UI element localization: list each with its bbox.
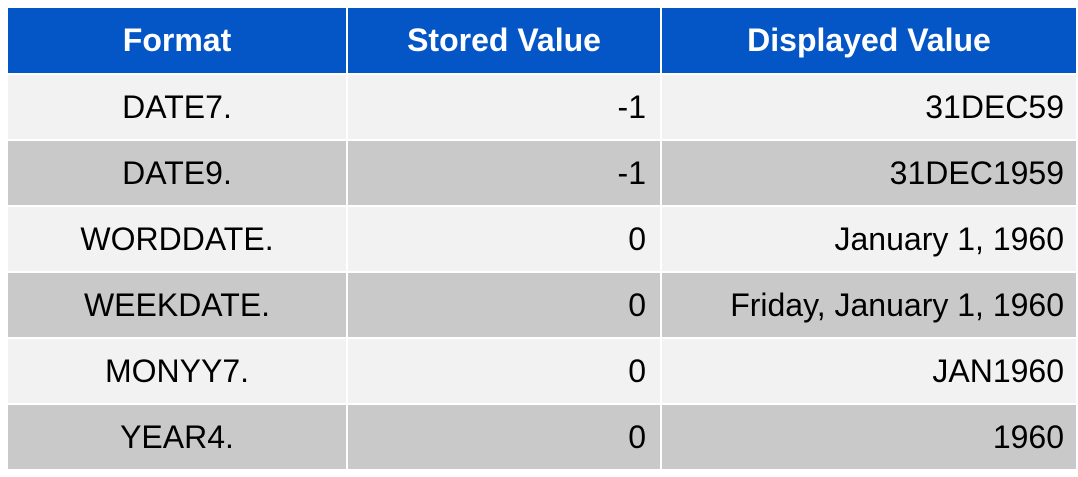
- date-format-table: Format Stored Value Displayed Value DATE…: [6, 8, 1078, 471]
- displayed-value-cell: 31DEC1959: [660, 140, 1078, 207]
- stored-value-cell: -1: [346, 140, 662, 207]
- stored-value-cell: 0: [346, 272, 662, 339]
- header-stored-value: Stored Value: [346, 8, 662, 75]
- header-displayed-value: Displayed Value: [660, 8, 1078, 75]
- displayed-value-cell: JAN1960: [660, 338, 1078, 405]
- format-cell: WORDDATE.: [6, 206, 348, 273]
- table-row: MONYY7. 0 JAN1960: [6, 338, 1078, 405]
- format-cell: YEAR4.: [6, 404, 348, 471]
- header-format: Format: [6, 8, 348, 75]
- table-row: WEEKDATE. 0 Friday, January 1, 1960: [6, 272, 1078, 339]
- header-row: Format Stored Value Displayed Value: [6, 8, 1078, 75]
- table-row: WORDDATE. 0 January 1, 1960: [6, 206, 1078, 273]
- format-cell: MONYY7.: [6, 338, 348, 405]
- displayed-value-cell: Friday, January 1, 1960: [660, 272, 1078, 339]
- table-row: DATE9. -1 31DEC1959: [6, 140, 1078, 207]
- displayed-value-cell: 1960: [660, 404, 1078, 471]
- displayed-value-cell: January 1, 1960: [660, 206, 1078, 273]
- format-cell: WEEKDATE.: [6, 272, 348, 339]
- table-row: YEAR4. 0 1960: [6, 404, 1078, 471]
- stored-value-cell: 0: [346, 404, 662, 471]
- stored-value-cell: 0: [346, 206, 662, 273]
- format-cell: DATE7.: [6, 74, 348, 141]
- table-row: DATE7. -1 31DEC59: [6, 74, 1078, 141]
- displayed-value-cell: 31DEC59: [660, 74, 1078, 141]
- format-cell: DATE9.: [6, 140, 348, 207]
- stored-value-cell: -1: [346, 74, 662, 141]
- stored-value-cell: 0: [346, 338, 662, 405]
